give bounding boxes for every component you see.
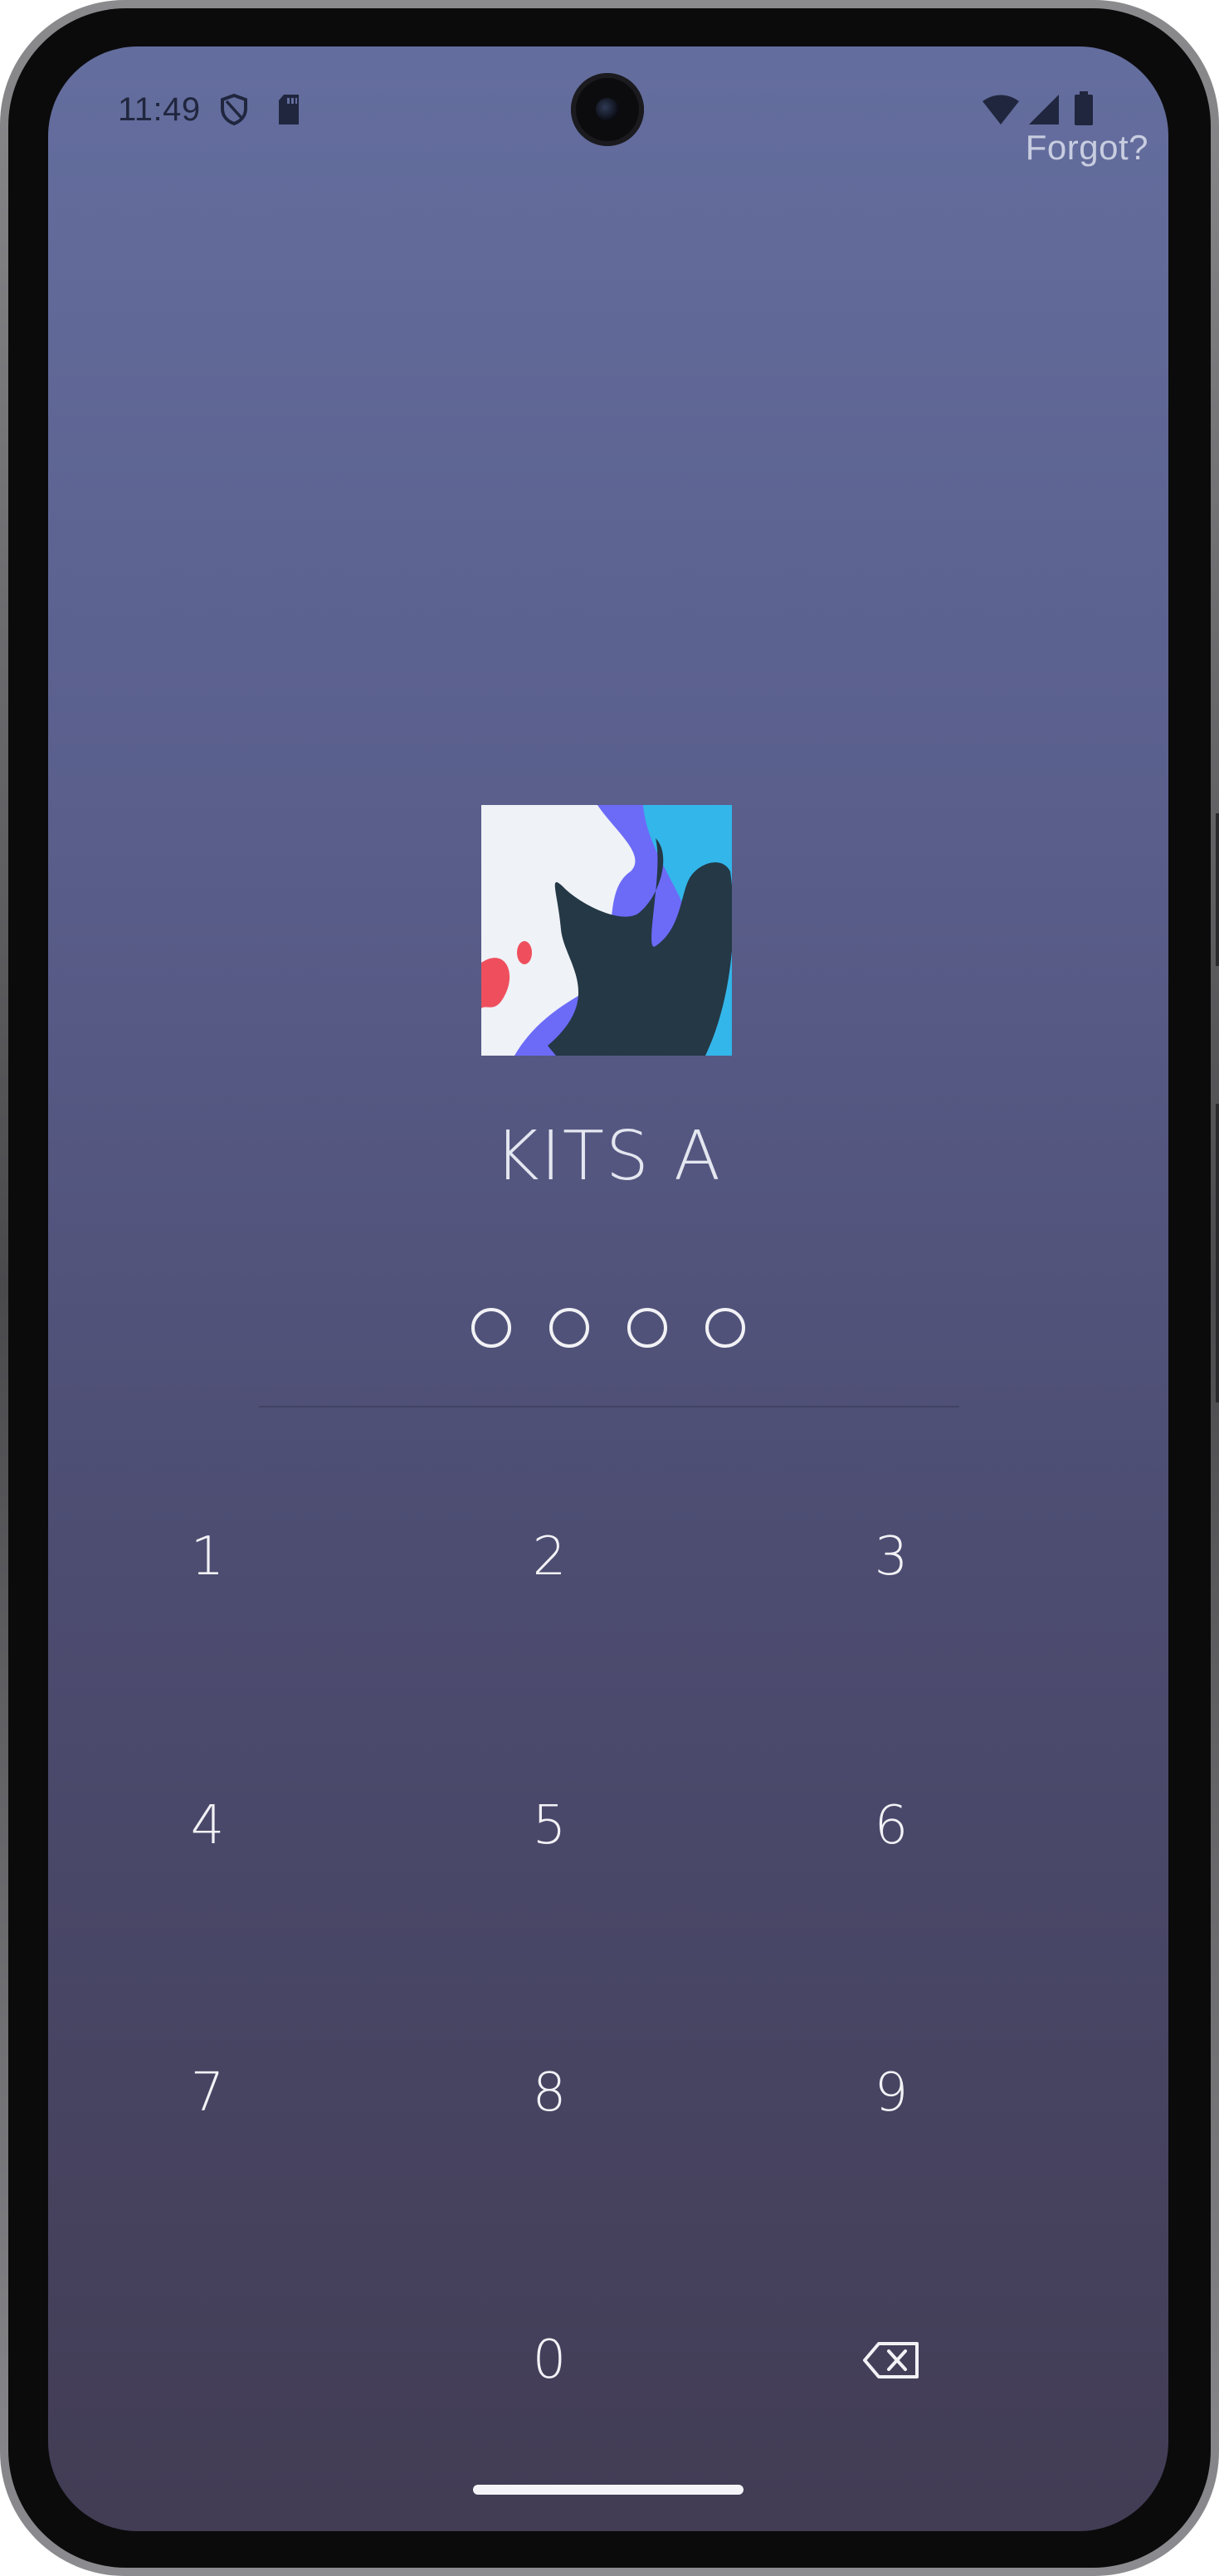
key-0[interactable]: 0: [441, 2261, 657, 2460]
key-1[interactable]: 1: [100, 1457, 315, 1656]
divider: [259, 1406, 959, 1408]
profile-avatar: [481, 805, 732, 1056]
status-time: 11:49: [118, 91, 201, 128]
key-4[interactable]: 4: [100, 1726, 315, 1925]
key-6[interactable]: 6: [783, 1726, 999, 1925]
profile-name: KITS A: [494, 1117, 723, 1196]
lock-screen: 11:49 Forgot? KITS A 1 2 3 4 5 6 7 8 9 0: [48, 46, 1168, 2531]
wifi-icon: [981, 95, 1021, 129]
key-8[interactable]: 8: [441, 1993, 657, 2193]
shield-icon: [219, 93, 249, 129]
power-button: [1216, 1104, 1219, 1403]
pin-indicator: [48, 1308, 1168, 1348]
abstract-avatar-image: [481, 805, 732, 1056]
key-7[interactable]: 7: [100, 1993, 315, 2193]
pin-dot: [471, 1308, 511, 1348]
pin-dot: [549, 1308, 589, 1348]
sd-card-icon: [275, 93, 302, 129]
pin-dot: [705, 1308, 745, 1348]
key-9[interactable]: 9: [783, 1993, 999, 2193]
backspace-button[interactable]: [783, 2261, 999, 2460]
volume-button: [1216, 813, 1219, 966]
front-camera: [571, 73, 644, 146]
backspace-icon: [863, 2342, 919, 2378]
key-2[interactable]: 2: [441, 1457, 657, 1656]
home-gesture-bar[interactable]: [473, 2485, 744, 2495]
battery-icon: [1074, 91, 1094, 129]
key-5[interactable]: 5: [441, 1726, 657, 1925]
cell-signal-icon: [1027, 93, 1061, 129]
forgot-pin-link[interactable]: Forgot?: [1026, 128, 1148, 168]
pin-dot: [627, 1308, 667, 1348]
key-3[interactable]: 3: [783, 1457, 999, 1656]
